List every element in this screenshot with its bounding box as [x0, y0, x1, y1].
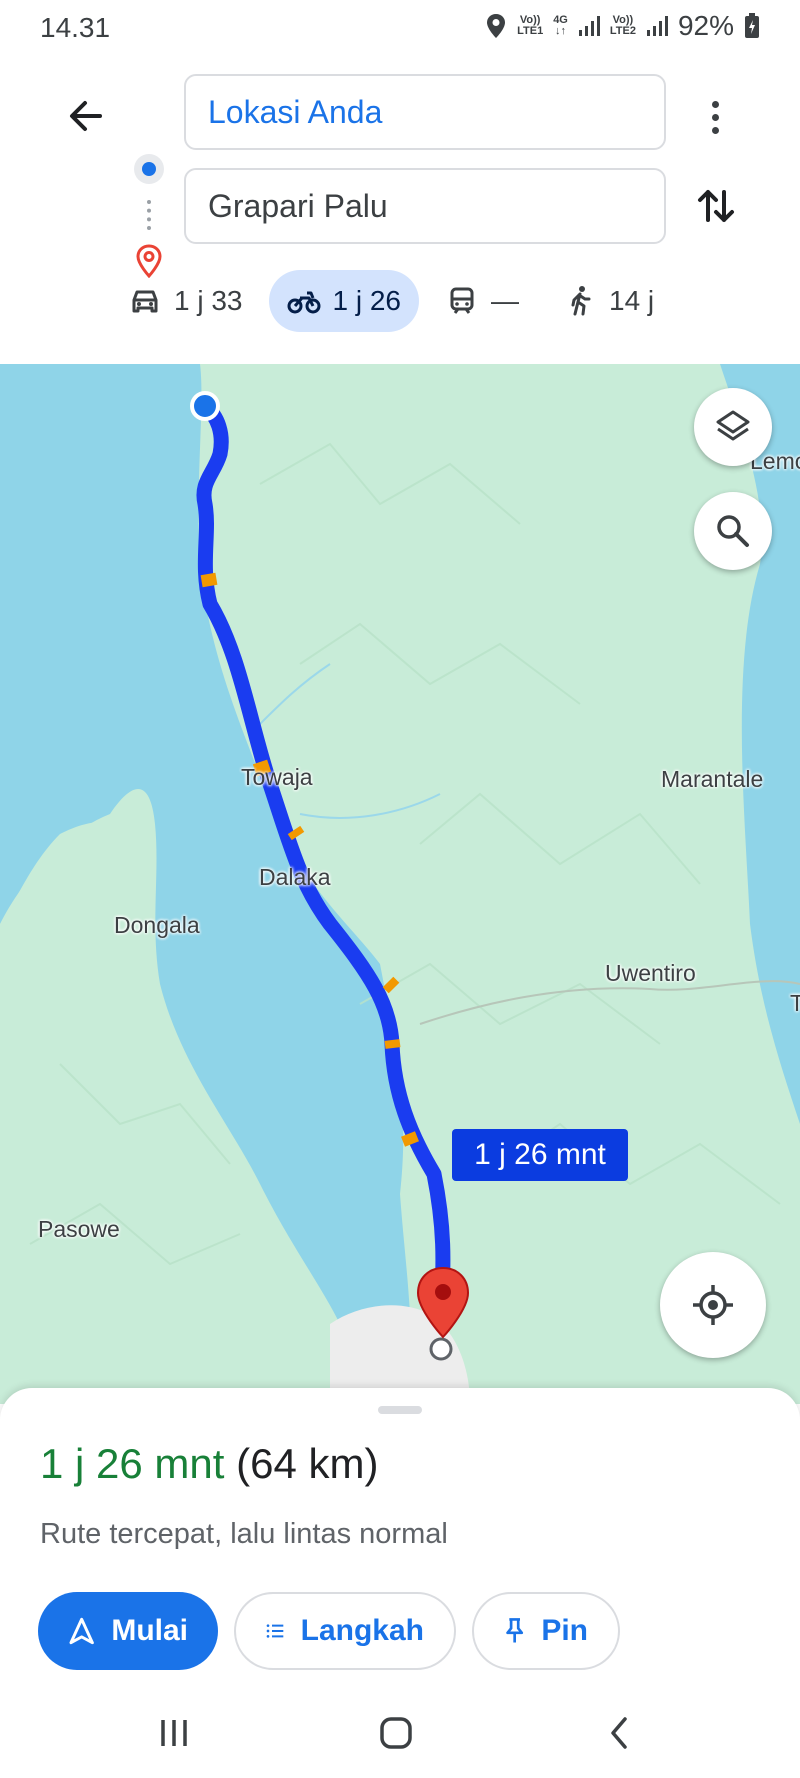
home-button[interactable]	[366, 1708, 426, 1758]
place-towaja: Towaja	[241, 764, 313, 790]
system-navigation-bar	[0, 1688, 800, 1778]
map-search-button[interactable]	[694, 492, 772, 570]
mode-car-label: 1 j 33	[174, 285, 243, 316]
status-icons: Vo)) LTE1 4G ↓↑ Vo)) LTE2 92%	[485, 10, 760, 42]
battery-percent: 92%	[677, 10, 734, 41]
destination-end-dot	[429, 1337, 453, 1361]
signal-icon	[646, 16, 668, 36]
mode-walk-tab[interactable]: 14 j	[545, 270, 672, 332]
travel-mode-tabs: 1 j 33 1 j 26 — 14 j	[110, 268, 680, 334]
car-icon	[132, 290, 158, 313]
recent-apps-icon	[161, 1720, 187, 1746]
swap-route-button[interactable]	[690, 180, 742, 232]
mode-motorcycle-label: 1 j 26	[332, 285, 402, 316]
arrow-back-icon	[70, 101, 102, 131]
home-icon	[380, 1717, 412, 1749]
transit-icon	[450, 287, 474, 314]
recent-apps-button[interactable]	[144, 1708, 204, 1758]
battery-icon	[745, 13, 759, 38]
origin-marker	[190, 391, 220, 421]
steps-button[interactable]: Langkah	[234, 1592, 456, 1670]
more-options-button[interactable]	[700, 92, 730, 142]
mode-transit-label: —	[491, 285, 519, 316]
place-uwentiro: Uwentiro	[605, 960, 696, 986]
swap-vertical-icon	[698, 190, 734, 222]
start-button[interactable]: Mulai	[38, 1592, 218, 1670]
sim1-indicator: Vo)) LTE1	[517, 14, 544, 37]
eta-distance: (64 km)	[236, 1440, 379, 1487]
navigation-arrow-icon	[69, 1617, 94, 1645]
mode-walk-label: 14 j	[609, 285, 655, 316]
eta-time: 1 j 26 mnt	[40, 1440, 225, 1487]
origin-input[interactable]: Lokasi Anda	[184, 74, 666, 150]
status-bar: 14.31 Vo)) LTE1 4G ↓↑ Vo)) LTE2 92%	[0, 0, 800, 56]
action-buttons: Mulai Langkah Pin	[38, 1592, 620, 1670]
list-icon	[266, 1624, 284, 1638]
eta-summary: 1 j 26 mnt (64 km)	[40, 1440, 378, 1488]
route-header: Lokasi Anda Grapari Palu 1 j 33 1 j 26 —…	[0, 56, 800, 364]
place-dalaka: Dalaka	[259, 864, 331, 890]
steps-label: Langkah	[300, 1614, 424, 1647]
start-label: Mulai	[111, 1614, 188, 1647]
layers-button[interactable]	[694, 388, 772, 466]
walk-icon	[571, 286, 591, 316]
system-back-button[interactable]	[590, 1708, 650, 1758]
mode-motorcycle-tab[interactable]: 1 j 26	[268, 270, 419, 332]
search-icon	[717, 515, 749, 547]
pin-label: Pin	[541, 1614, 588, 1647]
drag-handle[interactable]	[378, 1406, 422, 1414]
map-view[interactable]: Lemo Towaja Marantale Dalaka Dongala Uwe…	[0, 364, 800, 1404]
layers-icon	[716, 410, 750, 441]
route-summary-sheet: 1 j 26 mnt (64 km) Rute tercepat, lalu l…	[0, 1388, 800, 1688]
place-edge: T	[790, 990, 800, 1016]
motorcycle-icon	[287, 291, 320, 314]
signal-icon	[578, 16, 600, 36]
place-pasowe: Pasowe	[38, 1216, 120, 1242]
network-indicator: 4G ↓↑	[553, 14, 568, 37]
origin-dot-icon	[134, 154, 164, 184]
location-icon	[487, 14, 506, 38]
back-button[interactable]	[60, 90, 112, 142]
chevron-left-icon	[611, 1717, 627, 1749]
route-description: Rute tercepat, lalu lintas normal	[40, 1518, 448, 1550]
sea-water-right	[720, 364, 800, 1124]
destination-input[interactable]: Grapari Palu	[184, 168, 666, 244]
mode-car-tab[interactable]: 1 j 33	[110, 270, 261, 332]
map-canvas	[0, 364, 800, 1404]
sim2-indicator: Vo)) LTE2	[609, 14, 636, 37]
my-location-icon	[693, 1285, 733, 1325]
mode-transit-tab[interactable]: —	[427, 270, 537, 332]
route-connector	[147, 200, 151, 230]
route-duration-chip[interactable]: 1 j 26 mnt	[452, 1129, 628, 1181]
place-marantale: Marantale	[661, 766, 764, 792]
pin-button[interactable]: Pin	[472, 1592, 620, 1670]
status-time: 14.31	[40, 12, 111, 43]
place-dongala: Dongala	[114, 912, 200, 938]
my-location-button[interactable]	[660, 1252, 766, 1358]
pushpin-icon	[506, 1618, 524, 1643]
